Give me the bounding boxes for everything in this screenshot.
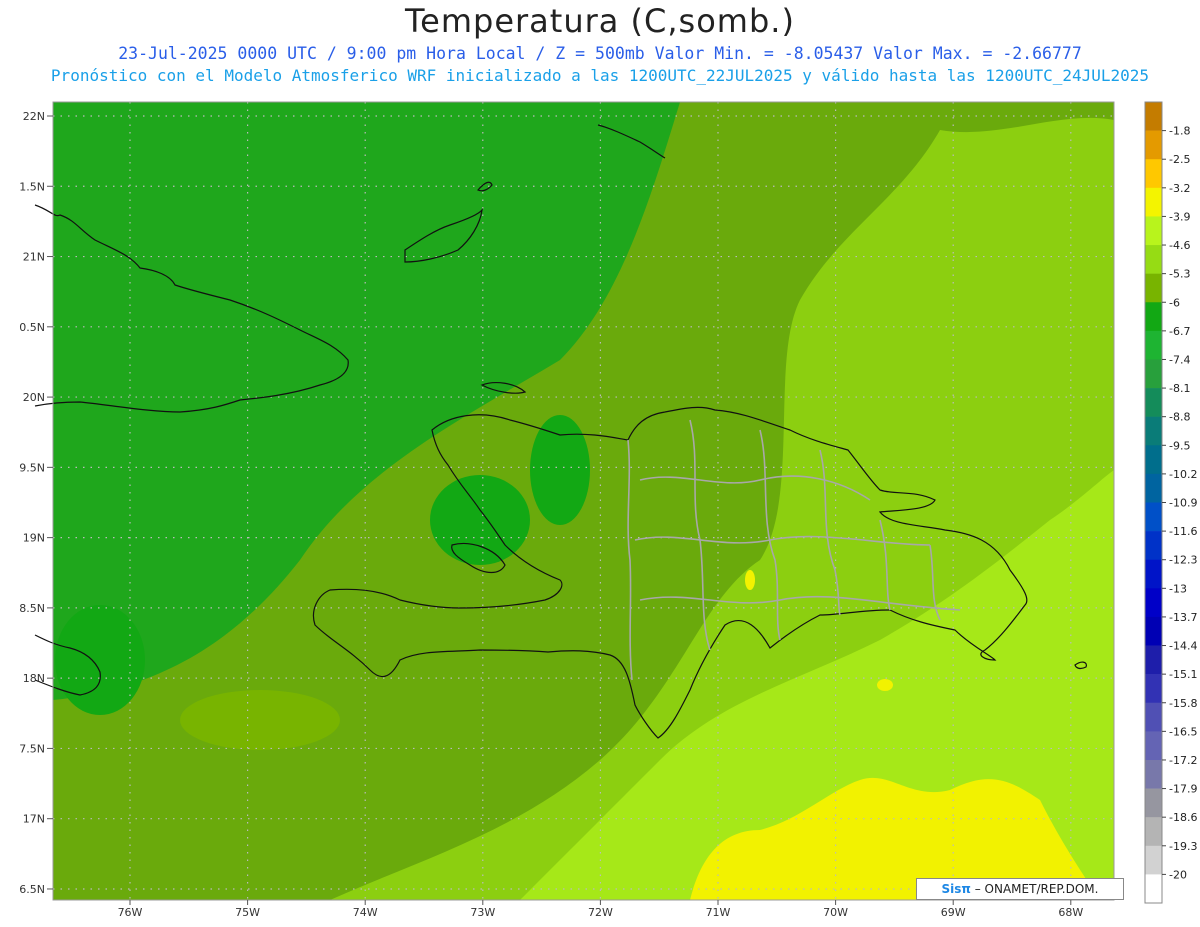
- lat-label: 20N: [23, 391, 45, 404]
- colorbar-swatch: [1145, 416, 1162, 446]
- colorbar-swatch: [1145, 187, 1162, 217]
- lat-label: 18N: [23, 672, 45, 685]
- colorbar-swatch: [1145, 359, 1162, 389]
- patch: [745, 570, 755, 590]
- lat-label: 0.5N: [19, 321, 45, 334]
- patch: [55, 605, 145, 715]
- colorbar-label: -19.3: [1169, 840, 1197, 853]
- colorbar-swatch: [1145, 330, 1162, 360]
- colorbar-label: -18.6: [1169, 811, 1197, 824]
- colorbar-label: -4.6: [1169, 239, 1190, 252]
- colorbar-swatch: [1145, 845, 1162, 875]
- lon-label: 74W: [353, 906, 378, 919]
- colorbar-swatch: [1145, 130, 1162, 160]
- colorbar-swatch: [1145, 674, 1162, 704]
- patch: [877, 679, 893, 691]
- colorbar-swatch: [1145, 102, 1162, 131]
- colorbar-label: -17.2: [1169, 754, 1197, 767]
- colorbar-label: -7.4: [1169, 353, 1190, 366]
- colorbar-label: -1.8: [1169, 125, 1190, 138]
- colorbar-swatch: [1145, 388, 1162, 417]
- lat-label: 9.5N: [19, 461, 45, 474]
- colorbar-label: -14.4: [1169, 640, 1197, 653]
- colorbar-swatch: [1145, 245, 1162, 274]
- colorbar-label: -10.9: [1169, 497, 1197, 510]
- colorbar-swatch: [1145, 616, 1162, 646]
- colorbar-swatch: [1145, 273, 1162, 303]
- colorbar-label: -11.6: [1169, 525, 1197, 538]
- colorbar-label: -12.3: [1169, 554, 1197, 567]
- lon-label: 71W: [706, 906, 731, 919]
- latitude-labels: 22N 1.5N 21N 0.5N 20N 9.5N 19N 8.5N 18N 7.5N 17N 6.…: [19, 110, 53, 896]
- lat-label: 1.5N: [19, 180, 45, 193]
- colorbar-swatch: [1145, 702, 1162, 732]
- lon-label: 72W: [588, 906, 613, 919]
- colorbar-swatch: [1145, 531, 1162, 561]
- colorbar-label: -2.5: [1169, 153, 1190, 166]
- colorbar-label: -10.2: [1169, 468, 1197, 481]
- colorbar-swatch: [1145, 445, 1162, 475]
- colorbar-swatch: [1145, 788, 1162, 818]
- colorbar-label: -20: [1169, 868, 1187, 881]
- lon-label: 76W: [118, 906, 143, 919]
- lat-label: 6.5N: [19, 883, 45, 896]
- credit-box: Sisπ – ONAMET/REP.DOM.: [916, 878, 1124, 900]
- longitude-labels: 76W 75W 74W 73W 72W 71W 70W 69W 68W: [118, 900, 1083, 919]
- lat-label: 8.5N: [19, 602, 45, 615]
- patch: [430, 475, 530, 565]
- lat-label: 7.5N: [19, 742, 45, 755]
- colorbar-label: -8.1: [1169, 382, 1190, 395]
- patch: [180, 690, 340, 750]
- lat-label: 19N: [23, 532, 45, 545]
- lon-label: 73W: [470, 906, 495, 919]
- colorbar-label: -6.7: [1169, 325, 1190, 338]
- colorbar-label: -3.9: [1169, 210, 1190, 223]
- temperature-map: 76W 75W 74W 73W 72W 71W 70W 69W 68W 22N 1.5N 21N 0.…: [19, 101, 1197, 919]
- lat-label: 22N: [23, 110, 45, 123]
- colorbar-swatch: [1145, 473, 1162, 503]
- lat-label: 21N: [23, 251, 45, 264]
- colorbar-swatch: [1145, 759, 1162, 789]
- colorbar-swatch: [1145, 731, 1162, 761]
- colorbar-label: -9.5: [1169, 439, 1190, 452]
- lon-label: 69W: [941, 906, 966, 919]
- sisp-logo: Sisπ: [941, 882, 971, 896]
- lat-label: 17N: [23, 813, 45, 826]
- colorbar-swatch: [1145, 216, 1162, 246]
- patch: [530, 415, 590, 525]
- colorbar-label: -13: [1169, 582, 1187, 595]
- colorbar-label: -5.3: [1169, 268, 1190, 281]
- colorbar: -1.8 -2.5 -3.2 -3.9 -4.6 -5.3 -6 -6.7 -7.4 -8.1 -8…: [1144, 101, 1197, 904]
- colorbar-swatch: [1145, 302, 1162, 332]
- colorbar-label: -15.8: [1169, 697, 1197, 710]
- colorbar-swatch: [1145, 502, 1162, 532]
- colorbar-swatch: [1145, 559, 1162, 589]
- credit-text: – ONAMET/REP.DOM.: [970, 882, 1099, 896]
- temperature-field: [53, 102, 1114, 900]
- colorbar-label: -6: [1169, 296, 1180, 309]
- colorbar-label: -13.7: [1169, 611, 1197, 624]
- colorbar-label: -16.5: [1169, 725, 1197, 738]
- colorbar-swatch: [1145, 588, 1162, 618]
- colorbar-label: -15.1: [1169, 668, 1197, 681]
- colorbar-swatch: [1145, 159, 1162, 189]
- lon-label: 68W: [1058, 906, 1083, 919]
- lon-label: 75W: [235, 906, 260, 919]
- colorbar-label: -8.8: [1169, 411, 1190, 424]
- colorbar-swatch: [1145, 874, 1162, 904]
- lon-label: 70W: [823, 906, 848, 919]
- colorbar-label: -3.2: [1169, 182, 1190, 195]
- colorbar-label: -17.9: [1169, 783, 1197, 796]
- colorbar-swatch: [1145, 645, 1162, 675]
- colorbar-swatch: [1145, 817, 1162, 847]
